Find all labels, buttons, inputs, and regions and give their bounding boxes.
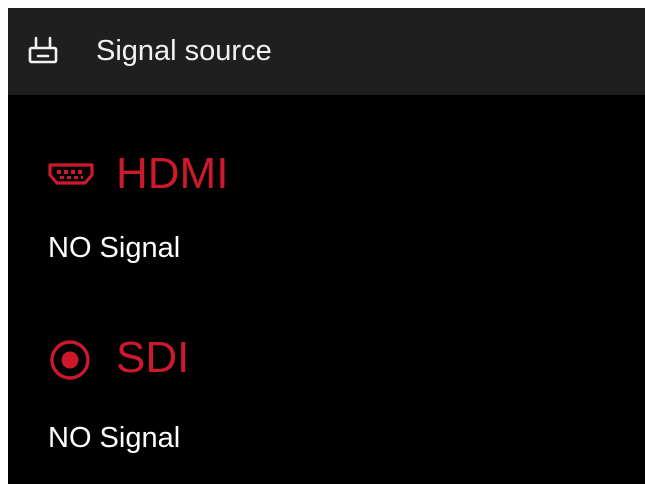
- header-bar: Signal source: [8, 8, 645, 95]
- signal-source-panel: Signal source HDMI NO Signal SDI NO Sign…: [8, 8, 645, 484]
- source-status-hdmi: NO Signal: [48, 232, 181, 264]
- source-name-sdi: SDI: [116, 333, 190, 382]
- page-title: Signal source: [96, 35, 272, 67]
- source-name-hdmi: HDMI: [116, 149, 229, 198]
- signal-source-icon: [28, 36, 58, 66]
- source-status-sdi: NO Signal: [48, 422, 181, 454]
- radio-selected-icon: [48, 338, 92, 382]
- hdmi-port-icon: [48, 162, 94, 186]
